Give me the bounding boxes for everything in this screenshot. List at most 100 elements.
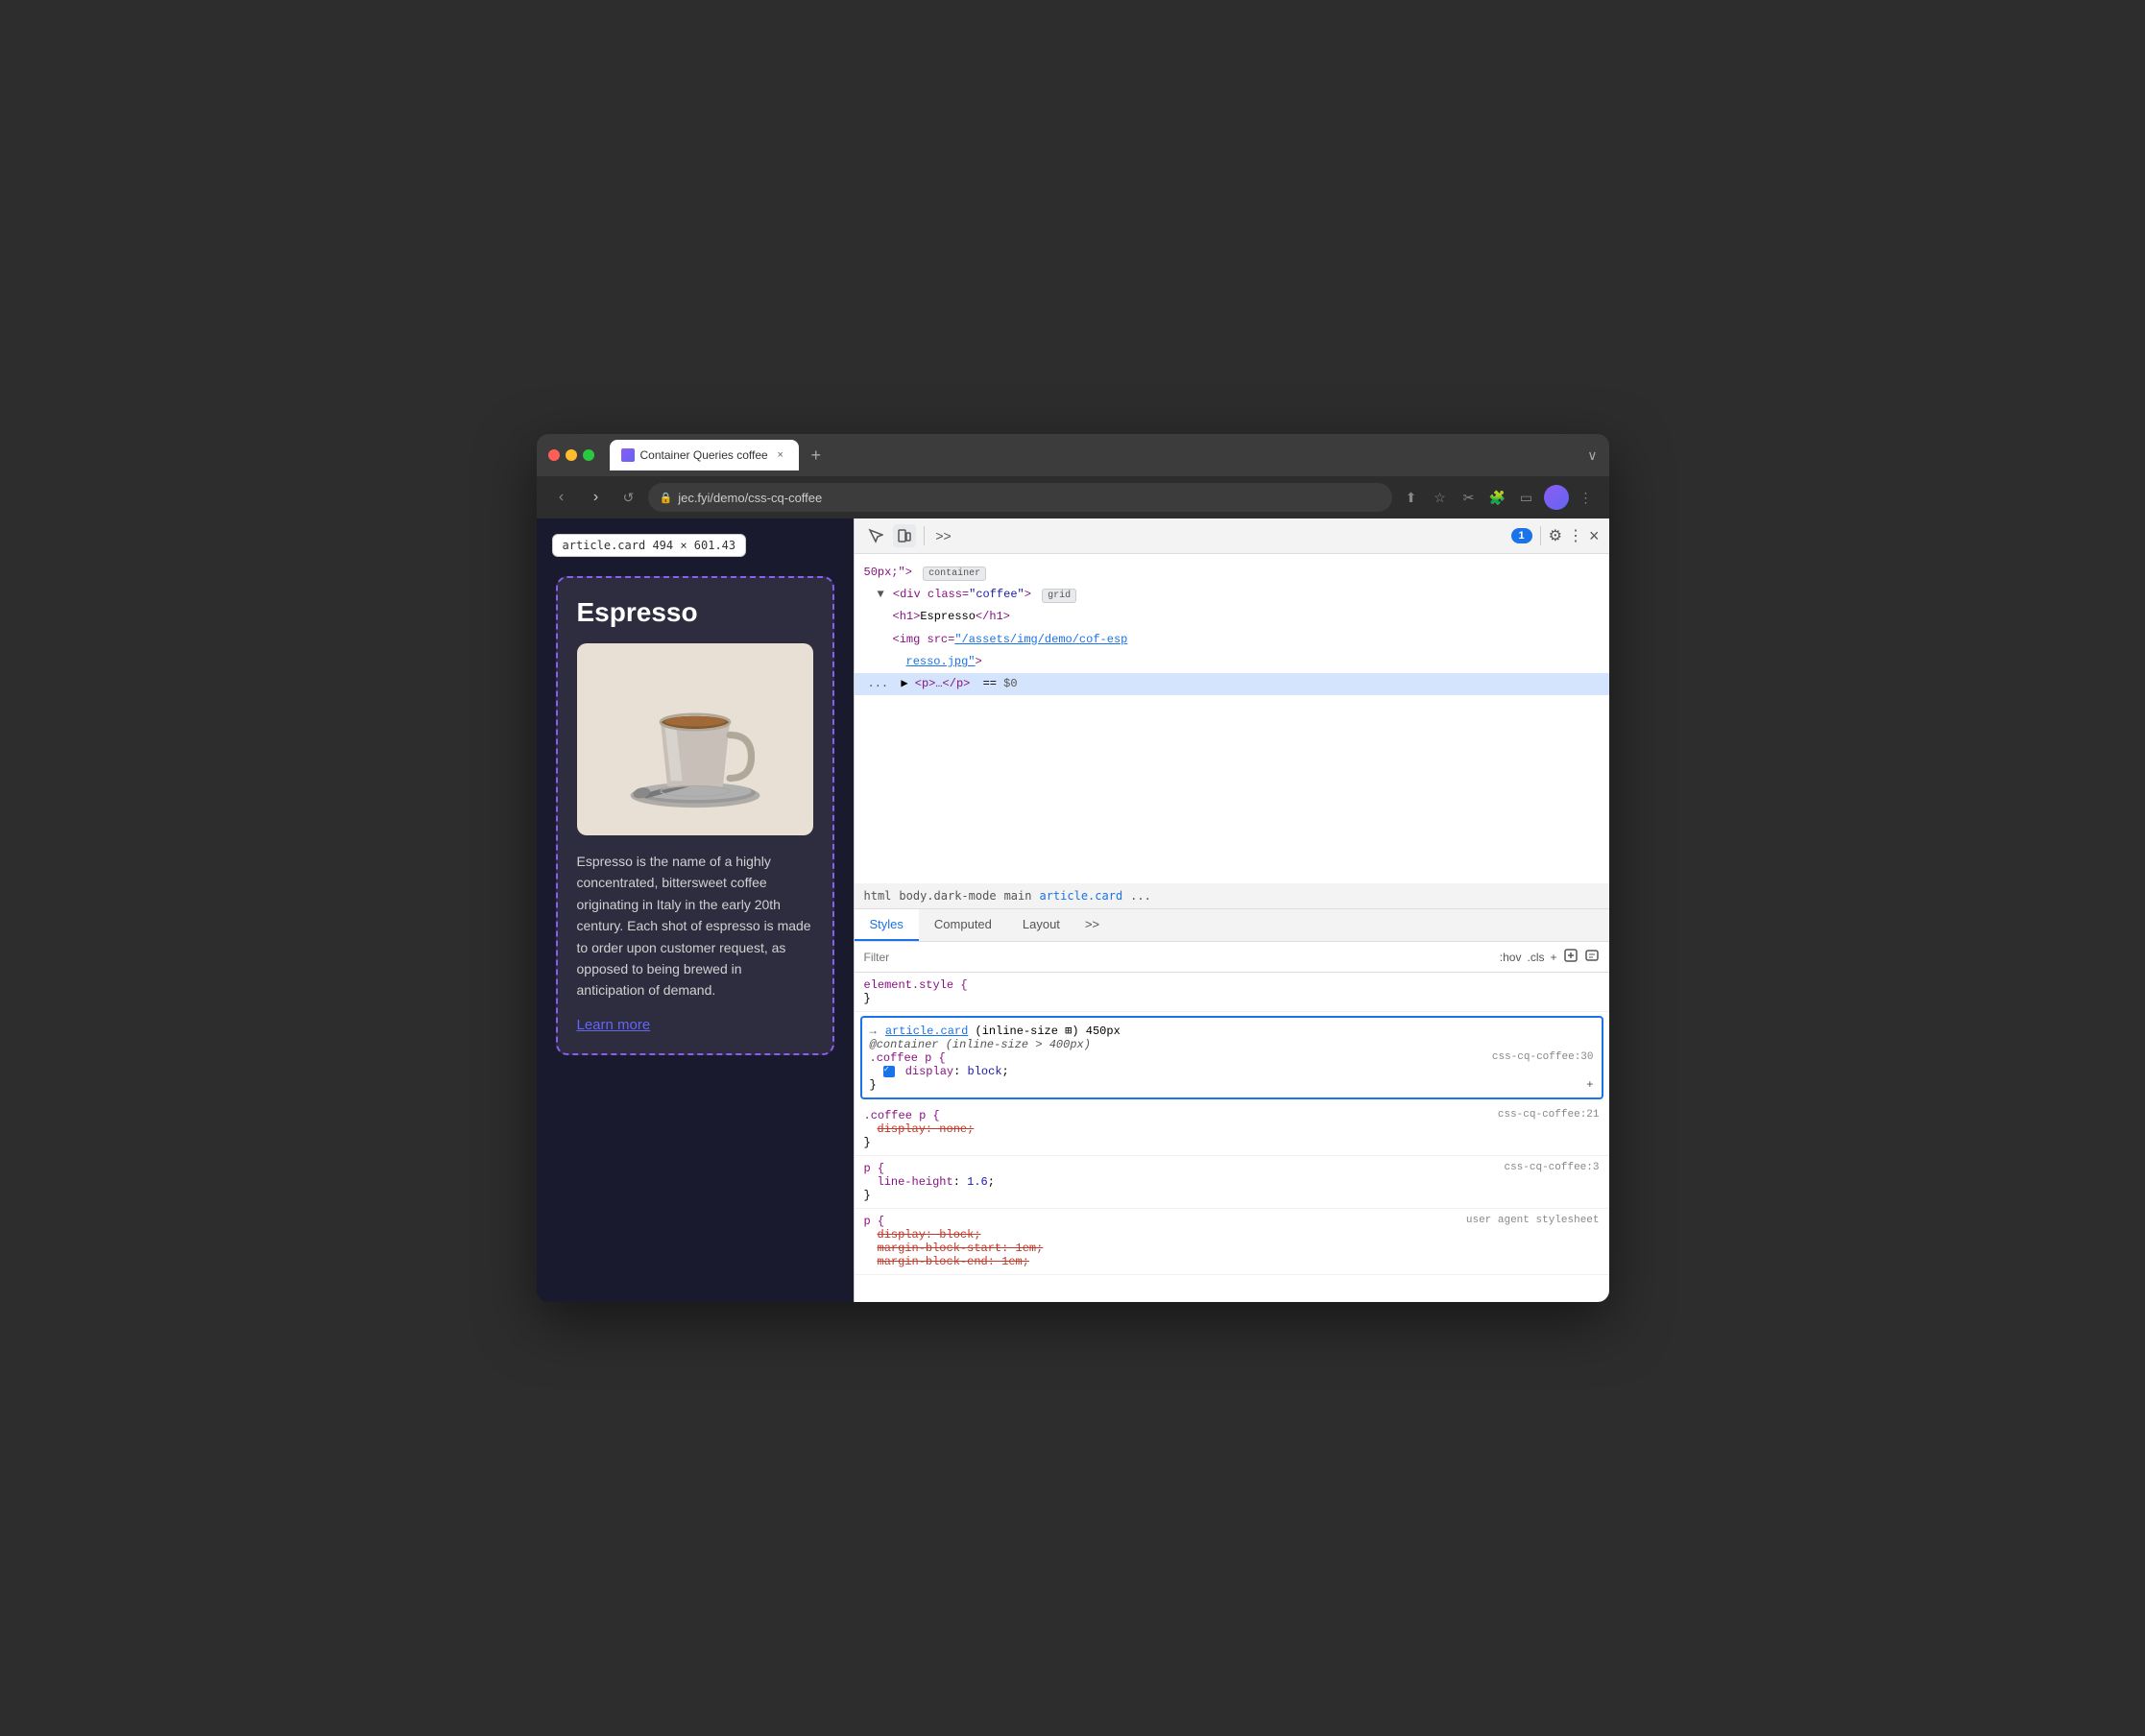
rule-selector: element.style { — [864, 978, 968, 992]
p-selector: p { — [864, 1162, 885, 1175]
rule-body: line-height: 1.6; — [864, 1175, 1600, 1189]
add-style-button[interactable]: + — [1550, 951, 1556, 964]
filter-input[interactable] — [864, 951, 1492, 964]
ua-margin-start-line: margin-block-start: 1em; — [878, 1242, 1600, 1255]
rule-source: css-cq-coffee:3 — [1504, 1162, 1599, 1173]
tag-text: <h1> — [893, 610, 921, 623]
ua-margin-start: margin-block-start: 1em; — [878, 1242, 1044, 1255]
tab-favicon — [621, 448, 635, 462]
article-card-selector[interactable]: article.card — [885, 1025, 968, 1038]
tag-text: <img src= — [893, 633, 955, 646]
rule-closing: } — [864, 992, 1600, 1005]
tag-text: <p>…</p> — [915, 677, 971, 690]
img-src-link[interactable]: "/assets/img/demo/cof-esp — [954, 633, 1127, 646]
coffee-p-selector-2: .coffee p { — [864, 1109, 940, 1122]
back-button[interactable]: ‹ — [548, 484, 575, 511]
rule-body: display: block; — [870, 1065, 1594, 1078]
devtools-pane: >> 1 ⚙ ⋮ × 50px;"> container — [854, 518, 1609, 1302]
tab-title: Container Queries coffee — [640, 448, 768, 462]
browser-window: Container Queries coffee × + ∨ ‹ › ↺ 🔒 j… — [537, 434, 1609, 1302]
h1-text: Espresso — [920, 610, 976, 623]
tree-line: <img src="/assets/img/demo/cof-esp — [855, 629, 1609, 651]
tag-text: </h1> — [976, 610, 1010, 623]
tree-line: ▼ <div class="coffee"> grid — [855, 584, 1609, 606]
prop-lineheight-value: 1.6 — [967, 1175, 988, 1189]
bc-article[interactable]: article.card — [1039, 889, 1122, 903]
coffee-image — [577, 643, 813, 835]
new-style-rule-button[interactable] — [1563, 948, 1579, 966]
url-bar[interactable]: 🔒 jec.fyi/demo/css-cq-coffee — [648, 483, 1392, 512]
tree-line: 50px;"> container — [855, 562, 1609, 584]
more-panels-icon[interactable]: >> — [932, 524, 955, 547]
rule-closing: } — [864, 1189, 1600, 1202]
webpage-inner: Espresso — [537, 518, 854, 1074]
more-options-icon[interactable]: ⋮ — [1575, 486, 1598, 509]
tab-close-button[interactable]: × — [774, 448, 787, 462]
close-devtools-button[interactable]: × — [1589, 526, 1600, 546]
display-none-strikethrough: display: none; — [878, 1122, 975, 1136]
bc-html[interactable]: html — [864, 889, 892, 903]
triangle-right[interactable]: ▶ — [901, 677, 907, 690]
ua-display-line: display: block; — [878, 1228, 1600, 1242]
tab-layout[interactable]: Layout — [1007, 909, 1075, 941]
tab-bar: Container Queries coffee × + — [610, 440, 1580, 470]
equals-sign: == — [983, 677, 997, 690]
refresh-button[interactable]: ↺ — [617, 486, 640, 509]
toggle-changes-button[interactable] — [1584, 948, 1600, 966]
rule-closing: } + — [870, 1078, 1594, 1092]
minimize-traffic-light[interactable] — [566, 449, 577, 461]
container-note: (inline-size ⊞) 450px — [976, 1025, 1121, 1038]
rule-source-ua: user agent stylesheet — [1466, 1215, 1600, 1226]
property-checkbox[interactable] — [883, 1066, 895, 1077]
rule-body: display: none; — [864, 1122, 1600, 1136]
share-icon[interactable]: ⬆ — [1400, 486, 1423, 509]
collapse-triangle[interactable]: ▼ — [878, 588, 884, 601]
title-bar: Container Queries coffee × + ∨ — [537, 434, 1609, 476]
bookmark-icon[interactable]: ☆ — [1429, 486, 1452, 509]
new-tab-button[interactable]: + — [803, 442, 830, 469]
arrow-icon: → — [870, 1025, 877, 1038]
bc-body[interactable]: body.dark-mode — [899, 889, 996, 903]
tab-computed[interactable]: Computed — [919, 909, 1007, 941]
tab-styles[interactable]: Styles — [855, 909, 919, 941]
elements-panel: 50px;"> container ▼ <div class="coffee">… — [855, 554, 1609, 883]
sidebar-icon[interactable]: ▭ — [1515, 486, 1538, 509]
url-text: jec.fyi/demo/css-cq-coffee — [678, 491, 822, 505]
cut-icon[interactable]: ✂ — [1458, 486, 1481, 509]
selected-tree-line[interactable]: ... ▶ <p>…</p> == $0 — [855, 673, 1609, 695]
rule-p-lineheight: css-cq-coffee:3 p { line-height: 1.6; } — [855, 1156, 1609, 1209]
img-src-link-cont[interactable]: resso.jpg" — [906, 655, 976, 668]
forward-button[interactable]: › — [583, 484, 610, 511]
tag-text: > — [1024, 588, 1031, 601]
device-toolbar-icon[interactable] — [893, 524, 916, 547]
ua-margin-end: margin-block-end: 1em; — [878, 1255, 1029, 1268]
profile-avatar[interactable] — [1544, 485, 1569, 510]
cls-button[interactable]: .cls — [1527, 951, 1544, 964]
ellipsis-icon: ... — [868, 677, 889, 690]
settings-icon[interactable]: ⚙ — [1549, 526, 1562, 545]
prop-display-value: block — [968, 1065, 1002, 1078]
traffic-lights — [548, 449, 594, 461]
close-traffic-light[interactable] — [548, 449, 560, 461]
tab-more[interactable]: >> — [1075, 909, 1109, 941]
extensions-icon[interactable]: 🧩 — [1486, 486, 1509, 509]
bc-main[interactable]: main — [1004, 889, 1032, 903]
more-options-devtools-icon[interactable]: ⋮ — [1568, 526, 1583, 545]
styles-filter: :hov .cls + — [855, 942, 1609, 973]
add-property-button[interactable]: + — [1586, 1078, 1593, 1092]
fullscreen-traffic-light[interactable] — [583, 449, 594, 461]
elements-breadcrumb: html body.dark-mode main article.card ..… — [855, 883, 1609, 909]
attr-value: "coffee" — [969, 588, 1024, 601]
rule-header-line: user agent stylesheet p { — [864, 1215, 1600, 1228]
learn-more-link[interactable]: Learn more — [577, 1017, 651, 1033]
element-picker-icon[interactable] — [864, 524, 887, 547]
at-container-rule: @container (inline-size > 400px) — [870, 1038, 1091, 1051]
article-title: Espresso — [577, 597, 813, 628]
rule-name-line: css-cq-coffee:30 .coffee p { — [870, 1051, 1594, 1065]
toolbar-separator-2 — [1540, 526, 1541, 545]
hov-button[interactable]: :hov — [1500, 951, 1522, 964]
active-tab[interactable]: Container Queries coffee × — [610, 440, 799, 470]
filter-actions: :hov .cls + — [1500, 948, 1600, 966]
rule-source: css-cq-coffee:30 — [1492, 1051, 1594, 1063]
toolbar-icons: ⬆ ☆ ✂ 🧩 ▭ ⋮ — [1400, 485, 1598, 510]
